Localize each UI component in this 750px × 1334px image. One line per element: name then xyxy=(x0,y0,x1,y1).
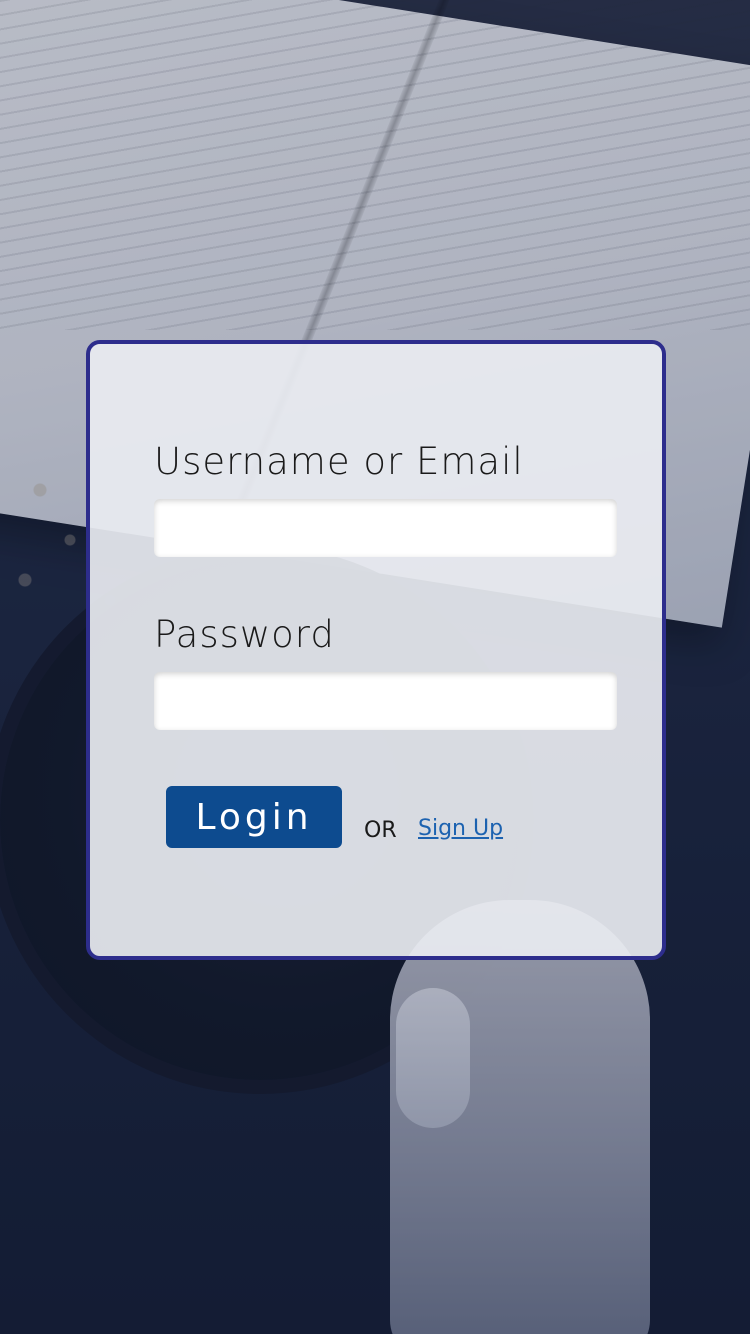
login-card: Username or Email Password Login OR Sign… xyxy=(86,340,666,960)
sign-up-link[interactable]: Sign Up xyxy=(418,816,503,841)
password-label: Password xyxy=(154,613,335,656)
username-field[interactable] xyxy=(154,499,617,557)
login-button[interactable]: Login xyxy=(166,786,342,848)
password-field[interactable] xyxy=(154,672,617,730)
login-screen: Username or Email Password Login OR Sign… xyxy=(0,0,750,1334)
username-label: Username or Email xyxy=(154,440,524,483)
or-separator: OR xyxy=(364,818,397,843)
